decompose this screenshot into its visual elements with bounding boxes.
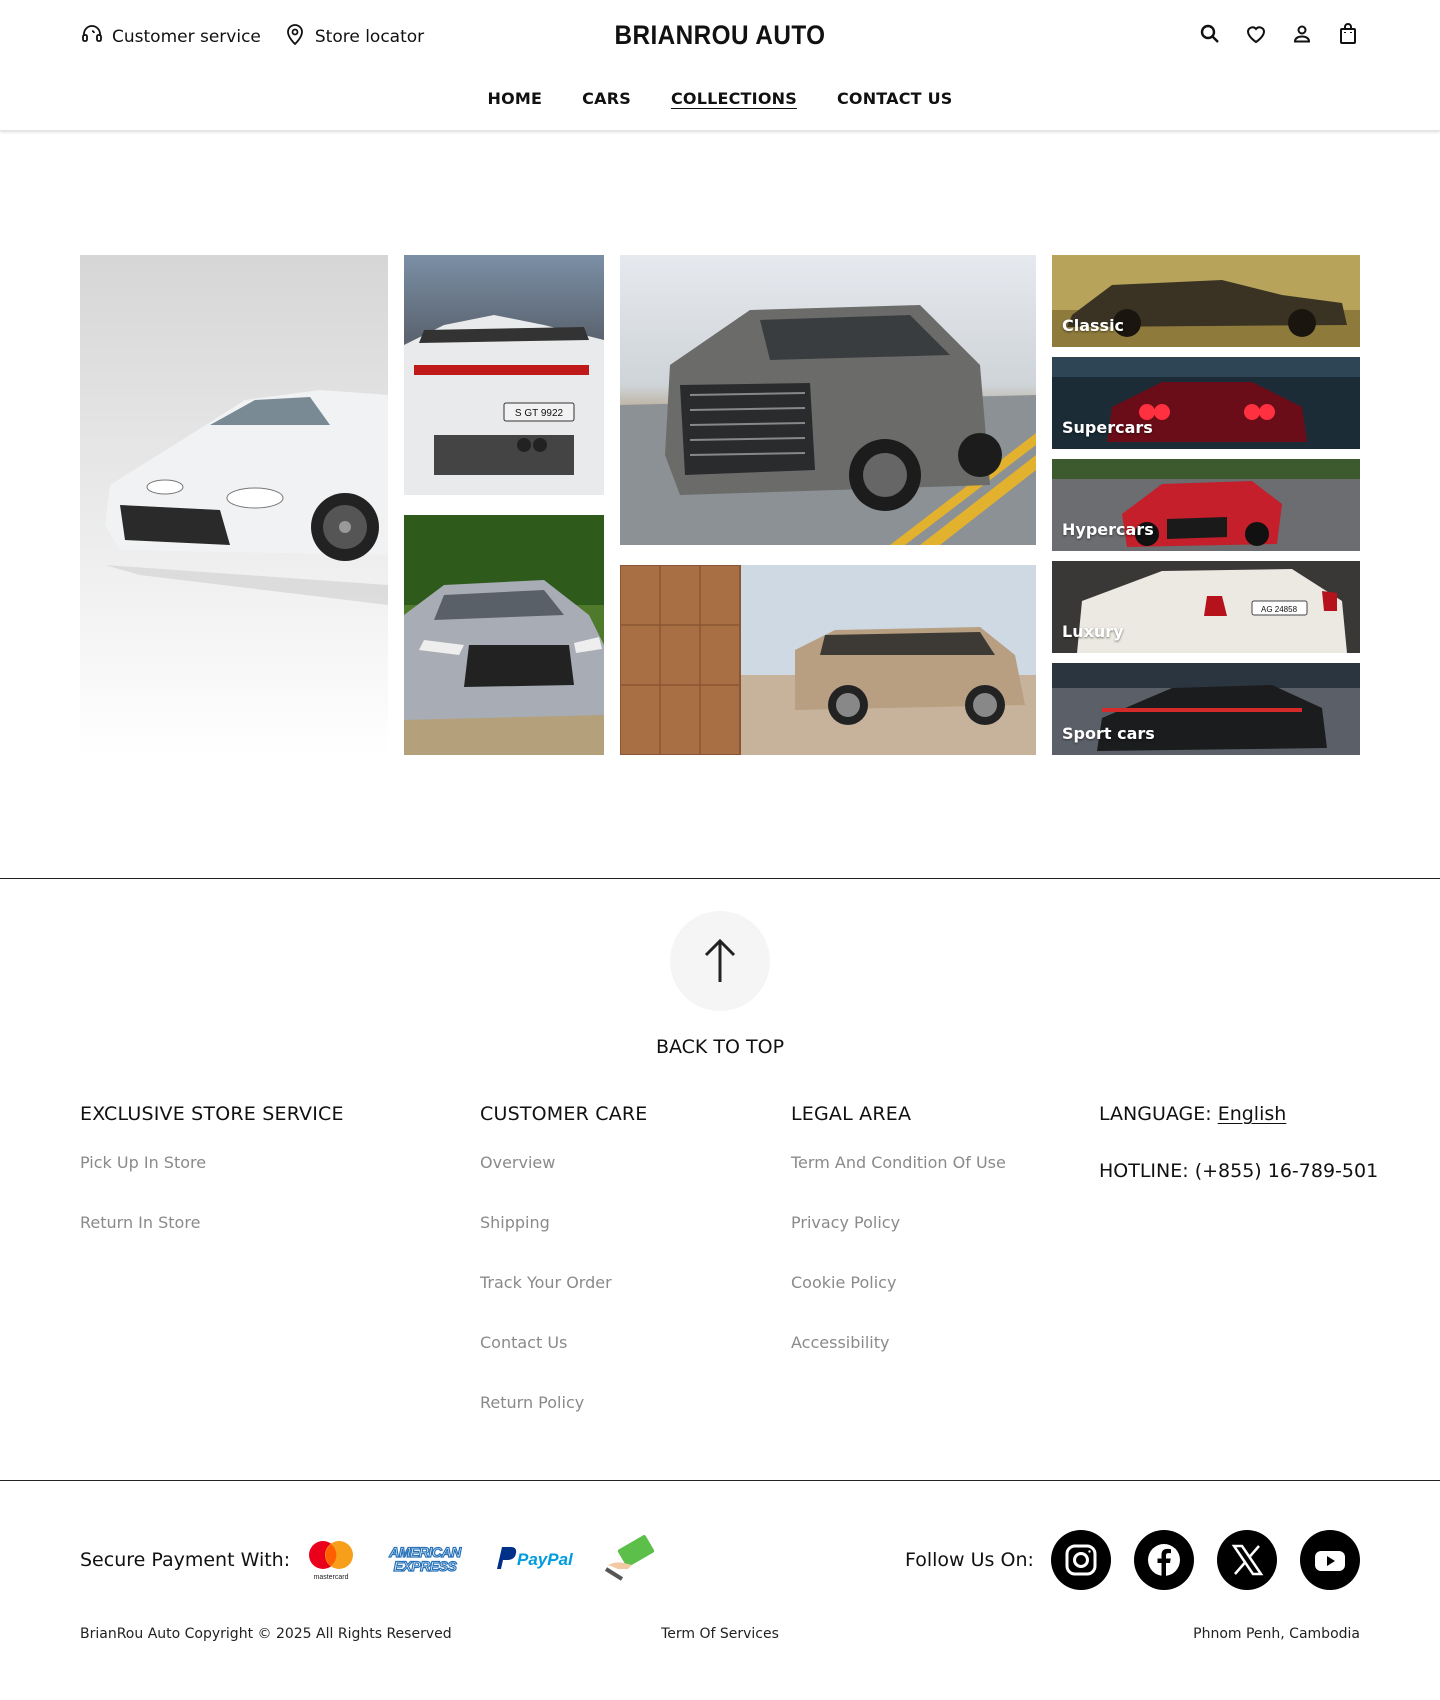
gallery-tile-range-rover[interactable] <box>620 565 1036 755</box>
audi-image <box>404 515 604 755</box>
collections-gallery: S GT 9922 Classic Supercars Hypercars AG… <box>80 255 1360 755</box>
customer-service-link[interactable]: Customer service <box>80 22 261 51</box>
license-plate-text: S GT 9922 <box>515 408 564 419</box>
back-to-top-label[interactable]: BACK TO TOP <box>0 1036 1440 1058</box>
footer-link-contact-us[interactable]: Contact Us <box>480 1333 648 1393</box>
copyright-text: BrianRou Auto Copyright © 2025 All Right… <box>80 1626 452 1642</box>
site-header: Customer service Store locator BRIANROU … <box>0 0 1440 131</box>
luxury-plate-text: AG 24858 <box>1261 605 1298 614</box>
facebook-icon[interactable] <box>1134 1530 1194 1590</box>
footer-link-track-your-order[interactable]: Track Your Order <box>480 1273 648 1333</box>
payment-label: Secure Payment With: <box>80 1549 291 1571</box>
nav-collections[interactable]: COLLECTIONS <box>671 89 797 108</box>
location-pin-icon <box>283 22 307 51</box>
heart-icon[interactable] <box>1244 22 1268 46</box>
instagram-icon[interactable] <box>1051 1530 1111 1590</box>
terms-of-services-link[interactable]: Term Of Services <box>661 1626 779 1642</box>
footer-link-privacy-policy[interactable]: Privacy Policy <box>791 1213 1006 1273</box>
paypal-icon: PayPal <box>493 1535 579 1583</box>
white-gtr-image <box>80 255 388 755</box>
brand-logo-text[interactable]: BRIANROU AUTO <box>614 20 825 50</box>
youtube-icon[interactable] <box>1300 1530 1360 1590</box>
back-to-top-button[interactable] <box>670 911 770 1011</box>
footer-link-cookie-policy[interactable]: Cookie Policy <box>791 1273 1006 1333</box>
range-rover-image <box>620 565 1036 755</box>
footer-col-title: LEGAL AREA <box>791 1103 912 1125</box>
footer-bottom-divider <box>0 1480 1440 1481</box>
nav-contact-us[interactable]: CONTACT US <box>837 89 953 108</box>
x-icon[interactable] <box>1217 1530 1277 1590</box>
category-supercars[interactable]: Supercars <box>1052 357 1360 449</box>
utility-links: Customer service Store locator <box>80 22 424 51</box>
mastercard-text: mastercard <box>313 1574 348 1581</box>
search-icon[interactable] <box>1198 22 1222 46</box>
footer-link-accessibility[interactable]: Accessibility <box>791 1333 1006 1393</box>
follow-label: Follow Us On: <box>905 1549 1034 1571</box>
hotline: HOTLINE: (+855) 16-789-501 <box>1099 1160 1379 1182</box>
store-locator-link[interactable]: Store locator <box>283 22 424 51</box>
footer-link-terms-and-conditions[interactable]: Term And Condition Of Use <box>791 1153 1006 1213</box>
footer-top-divider <box>0 878 1440 879</box>
lexus-suv-image <box>620 255 1036 545</box>
category-sport-cars[interactable]: Sport cars <box>1052 663 1360 755</box>
category-classic[interactable]: Classic <box>1052 255 1360 347</box>
footer-col-exclusive-store-service: EXCLUSIVE STORE SERVICE Pick Up In Store… <box>80 1103 344 1273</box>
language-label: LANGUAGE: <box>1099 1103 1218 1125</box>
nav-home[interactable]: HOME <box>488 89 543 108</box>
gallery-tile-lexus-suv[interactable] <box>620 255 1036 545</box>
customer-service-label: Customer service <box>112 26 261 47</box>
bag-icon[interactable] <box>1336 22 1360 46</box>
language-selector[interactable]: English <box>1218 1103 1287 1125</box>
footer-link-pick-up-in-store[interactable]: Pick Up In Store <box>80 1153 344 1213</box>
gallery-tile-audi[interactable] <box>404 515 604 755</box>
category-sport-cars-label: Sport cars <box>1062 724 1155 743</box>
footer-col-legal-area: LEGAL AREA Term And Condition Of Use Pri… <box>791 1103 1006 1393</box>
header-actions <box>1198 22 1360 46</box>
footer-link-shipping[interactable]: Shipping <box>480 1213 648 1273</box>
store-locator-label: Store locator <box>314 26 425 47</box>
language-setting: LANGUAGE: English <box>1099 1103 1286 1125</box>
arrow-up-icon <box>704 938 736 982</box>
footer-link-overview[interactable]: Overview <box>480 1153 648 1213</box>
cash-icon <box>602 1535 658 1583</box>
gallery-tile-porsche-rear[interactable]: S GT 9922 <box>404 255 604 495</box>
user-icon[interactable] <box>1290 22 1314 46</box>
gallery-tile-white-gtr[interactable] <box>80 255 388 755</box>
mastercard-icon: mastercard <box>303 1535 359 1583</box>
category-luxury-label: Luxury <box>1062 622 1124 641</box>
category-hypercars[interactable]: Hypercars <box>1052 459 1360 551</box>
american-express-icon: AMERICAN EXPRESS <box>384 1535 466 1583</box>
main-nav: HOME CARS COLLECTIONS CONTACT US <box>0 89 1440 108</box>
category-classic-label: Classic <box>1062 316 1125 335</box>
location-text: Phnom Penh, Cambodia <box>1193 1626 1360 1642</box>
headset-icon <box>80 22 104 51</box>
footer-link-return-policy[interactable]: Return Policy <box>480 1393 648 1453</box>
porsche-rear-image: S GT 9922 <box>404 255 604 495</box>
nav-cars[interactable]: CARS <box>582 89 631 108</box>
category-luxury[interactable]: AG 24858 Luxury <box>1052 561 1360 653</box>
footer-col-title: EXCLUSIVE STORE SERVICE <box>80 1103 344 1125</box>
footer-col-title: CUSTOMER CARE <box>480 1103 648 1125</box>
paypal-text: PayPal <box>517 1550 574 1569</box>
amex-text: AMERICAN EXPRESS <box>389 1544 462 1574</box>
footer-col-customer-care: CUSTOMER CARE Overview Shipping Track Yo… <box>480 1103 648 1453</box>
footer-link-return-in-store[interactable]: Return In Store <box>80 1213 344 1273</box>
category-hypercars-label: Hypercars <box>1062 520 1154 539</box>
category-supercars-label: Supercars <box>1062 418 1153 437</box>
